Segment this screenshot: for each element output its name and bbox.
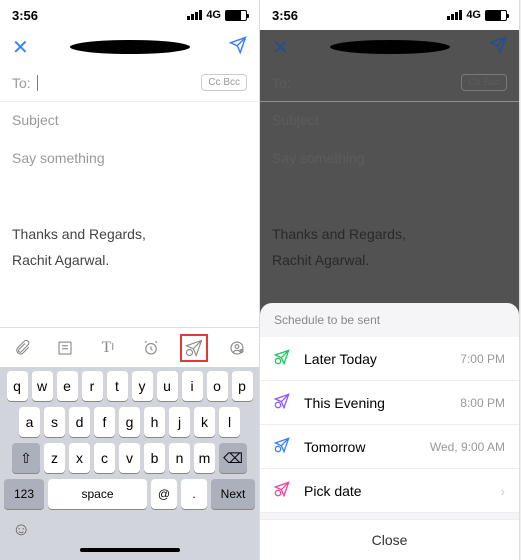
key-g[interactable]: g: [119, 407, 140, 437]
attachment-icon[interactable]: [8, 334, 36, 362]
to-label: To:: [12, 75, 31, 91]
key-f[interactable]: f: [94, 407, 115, 437]
backspace-key[interactable]: ⌫: [219, 443, 247, 473]
battery-icon: [225, 10, 247, 21]
signature-line2: Rachit Agarwal.: [12, 252, 247, 268]
key-x[interactable]: x: [69, 443, 90, 473]
numbers-key[interactable]: 123: [4, 479, 44, 509]
text-format-icon[interactable]: TI: [94, 334, 122, 362]
schedule-item-label: Later Today: [304, 351, 377, 367]
body-field[interactable]: Say something Thanks and Regards, Rachit…: [0, 138, 259, 327]
schedule-send-icon[interactable]: [180, 334, 208, 362]
signature-line2: Rachit Agarwal.: [272, 252, 507, 268]
schedule-item-time: Wed, 9:00 AM: [430, 440, 505, 454]
schedule-item[interactable]: This Evening 8:00 PM: [260, 381, 519, 425]
template-icon[interactable]: [51, 334, 79, 362]
next-key[interactable]: Next: [211, 479, 255, 509]
schedule-send-icon: [274, 349, 294, 368]
key-t[interactable]: t: [107, 371, 128, 401]
schedule-item[interactable]: Pick date ›: [260, 469, 519, 513]
signature-line1: Thanks and Regards,: [272, 226, 507, 242]
network-label: 4G: [206, 9, 221, 21]
body-placeholder: Say something: [272, 150, 507, 166]
key-b[interactable]: b: [144, 443, 165, 473]
schedule-sheet: Schedule to be sent Later Today 7:00 PM Th…: [260, 303, 519, 560]
schedule-item-label: This Evening: [304, 395, 385, 411]
key-m[interactable]: m: [194, 443, 215, 473]
signal-icon: [187, 10, 202, 20]
status-right: 4G: [187, 9, 247, 21]
status-time: 3:56: [272, 8, 298, 23]
key-e[interactable]: e: [57, 371, 78, 401]
key-s[interactable]: s: [44, 407, 65, 437]
emoji-icon[interactable]: ☺: [12, 519, 30, 540]
cc-bcc-button[interactable]: Cc Bcc: [201, 74, 247, 91]
send-icon[interactable]: [489, 36, 507, 59]
schedule-item-time: 7:00 PM: [460, 352, 505, 366]
cc-bcc-button: Cc Bcc: [461, 74, 507, 91]
status-right: 4G: [447, 9, 507, 21]
key-q[interactable]: q: [7, 371, 28, 401]
status-time: 3:56: [12, 8, 38, 23]
key-a[interactable]: a: [19, 407, 40, 437]
redacted-title: [70, 40, 190, 54]
subject-field: Subject: [260, 102, 519, 138]
compose-topbar: ✕: [0, 30, 259, 64]
signature-line1: Thanks and Regards,: [12, 226, 247, 242]
schedule-send-icon: [274, 393, 294, 412]
key-n[interactable]: n: [169, 443, 190, 473]
key-u[interactable]: u: [157, 371, 178, 401]
key-d[interactable]: d: [69, 407, 90, 437]
status-bar: 3:56 4G: [0, 0, 259, 30]
to-label: To:: [272, 75, 291, 91]
schedule-item[interactable]: Later Today 7:00 PM: [260, 337, 519, 381]
compose-topbar: ✕: [260, 30, 519, 64]
sheet-header: Schedule to be sent: [260, 303, 519, 337]
schedule-item-label: Tomorrow: [304, 439, 365, 455]
keyboard: qwertyuiop asdfghjkl ⇧ zxcvbnm ⌫ 123 spa…: [0, 367, 259, 560]
shift-key[interactable]: ⇧: [12, 443, 40, 473]
redacted-title: [330, 40, 450, 54]
text-cursor: [37, 75, 38, 91]
close-icon[interactable]: ✕: [12, 35, 29, 60]
key-y[interactable]: y: [132, 371, 153, 401]
key-j[interactable]: j: [169, 407, 190, 437]
send-icon[interactable]: [229, 36, 247, 59]
key-r[interactable]: r: [82, 371, 103, 401]
chevron-right-icon: ›: [500, 483, 505, 499]
key-k[interactable]: k: [194, 407, 215, 437]
mention-icon[interactable]: [223, 334, 251, 362]
schedule-item-time: 8:00 PM: [460, 396, 505, 410]
signal-icon: [447, 10, 462, 20]
body-placeholder: Say something: [12, 150, 247, 166]
schedule-send-icon: [274, 481, 294, 500]
compose-toolbar: TI: [0, 327, 259, 367]
battery-icon: [485, 10, 507, 21]
dot-key[interactable]: .: [181, 479, 207, 509]
schedule-item[interactable]: Tomorrow Wed, 9:00 AM: [260, 425, 519, 469]
close-icon[interactable]: ✕: [272, 35, 289, 60]
key-p[interactable]: p: [232, 371, 253, 401]
close-button[interactable]: Close: [260, 519, 519, 560]
schedule-send-icon: [274, 437, 294, 456]
reminder-icon[interactable]: [137, 334, 165, 362]
subject-field[interactable]: Subject: [0, 102, 259, 138]
status-bar: 3:56 4G: [260, 0, 519, 30]
key-z[interactable]: z: [44, 443, 65, 473]
home-indicator[interactable]: [80, 548, 180, 552]
to-field: To: Cc Bcc: [260, 64, 519, 102]
key-o[interactable]: o: [207, 371, 228, 401]
network-label: 4G: [466, 9, 481, 21]
key-h[interactable]: h: [144, 407, 165, 437]
schedule-item-label: Pick date: [304, 483, 362, 499]
space-key[interactable]: space: [48, 479, 147, 509]
key-i[interactable]: i: [182, 371, 203, 401]
key-v[interactable]: v: [119, 443, 140, 473]
at-key[interactable]: @: [151, 479, 177, 509]
key-w[interactable]: w: [32, 371, 53, 401]
to-field[interactable]: To: Cc Bcc: [0, 64, 259, 102]
key-l[interactable]: l: [219, 407, 240, 437]
key-c[interactable]: c: [94, 443, 115, 473]
